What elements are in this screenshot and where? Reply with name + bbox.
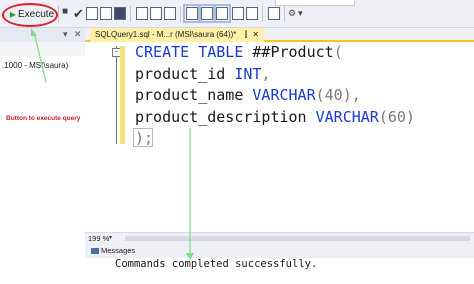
query-toolbar: ▶ Execute ■ ✔ ⚙ ▾ (0, 0, 474, 28)
query-options-icon[interactable] (114, 7, 126, 20)
object-explorer-header: ▾ ✕ (0, 28, 85, 42)
display-plan-icon[interactable] (100, 7, 112, 20)
results-tab-bar: Messages (85, 244, 474, 258)
pin-icon[interactable]: ⫿ (245, 30, 248, 39)
code-line-5: ); (135, 129, 154, 147)
toolbar-divider (130, 6, 131, 22)
editor-status-bar: 199 % ▾ (85, 232, 474, 244)
tab-label: SQLQuery1.sql - M...r (MSI\saura (64))* (95, 30, 237, 39)
messages-icon (91, 248, 99, 255)
change-tracking-bar (120, 46, 125, 144)
code-line-2: product_id INT, (135, 64, 271, 83)
toolbar-divider (58, 6, 59, 22)
messages-tab-label: Messages (101, 246, 136, 255)
sql-code[interactable]: CREATE TABLE ##Product( product_id INT, pr… (135, 42, 415, 150)
database-dropdown[interactable] (275, 0, 355, 6)
object-explorer-toolbar (0, 42, 85, 56)
include-plan-icon[interactable] (150, 7, 162, 20)
code-line-1: CREATE TABLE ##Product( (135, 43, 343, 61)
close-icon[interactable]: ✕ (74, 29, 82, 40)
tab-messages[interactable]: Messages (91, 246, 135, 255)
editor-tab-bar: SQLQuery1.sql - M...r (MSI\saura (64))* … (85, 28, 474, 42)
horizontal-scrollbar[interactable] (125, 236, 470, 241)
results-to-file-icon[interactable] (213, 4, 231, 23)
messages-pane: Commands completed successfully. (85, 258, 474, 284)
toolbar-divider (180, 6, 181, 22)
uncomment-icon[interactable] (246, 7, 258, 20)
pin-icon[interactable]: ▾ (63, 29, 68, 40)
close-tab-icon[interactable]: ✕ (252, 30, 259, 39)
toolbar-divider (284, 6, 285, 22)
specify-values-icon[interactable]: ⚙ (288, 8, 296, 19)
server-node[interactable]: .1000 - MSI\saura) (2, 61, 68, 70)
object-explorer-panel: ▾ ✕ .1000 - MSI\saura) Button to execute… (0, 28, 85, 284)
parse-check-icon[interactable]: ✔ (73, 6, 84, 22)
results-to-text-icon[interactable] (183, 4, 201, 23)
comment-icon[interactable] (232, 7, 244, 20)
intellisense-icon[interactable] (136, 7, 148, 20)
execute-highlight-circle (2, 3, 58, 27)
code-line-3: product_name VARCHAR(40), (135, 86, 361, 104)
chevron-down-icon[interactable]: ▾ (298, 8, 303, 19)
zoom-level[interactable]: 199 % (88, 234, 109, 243)
code-line-4: product_description VARCHAR(60) (135, 107, 415, 126)
outdent-icon[interactable] (268, 7, 280, 20)
debug-icon[interactable] (86, 7, 98, 20)
toolbar-divider (262, 6, 263, 22)
execute-annotation-label: Button to execute query (6, 115, 81, 122)
tab-sqlquery1[interactable]: SQLQuery1.sql - M...r (MSI\saura (64))* … (90, 28, 265, 42)
outline-line (116, 46, 117, 144)
messages-text: Commands completed successfully. (115, 258, 318, 270)
live-stats-icon[interactable] (164, 7, 176, 20)
query-editor[interactable]: − CREATE TABLE ##Product(product_id INT,… (85, 42, 474, 232)
results-to-grid-icon[interactable] (198, 4, 216, 23)
chevron-down-icon[interactable]: ▾ (109, 234, 112, 241)
